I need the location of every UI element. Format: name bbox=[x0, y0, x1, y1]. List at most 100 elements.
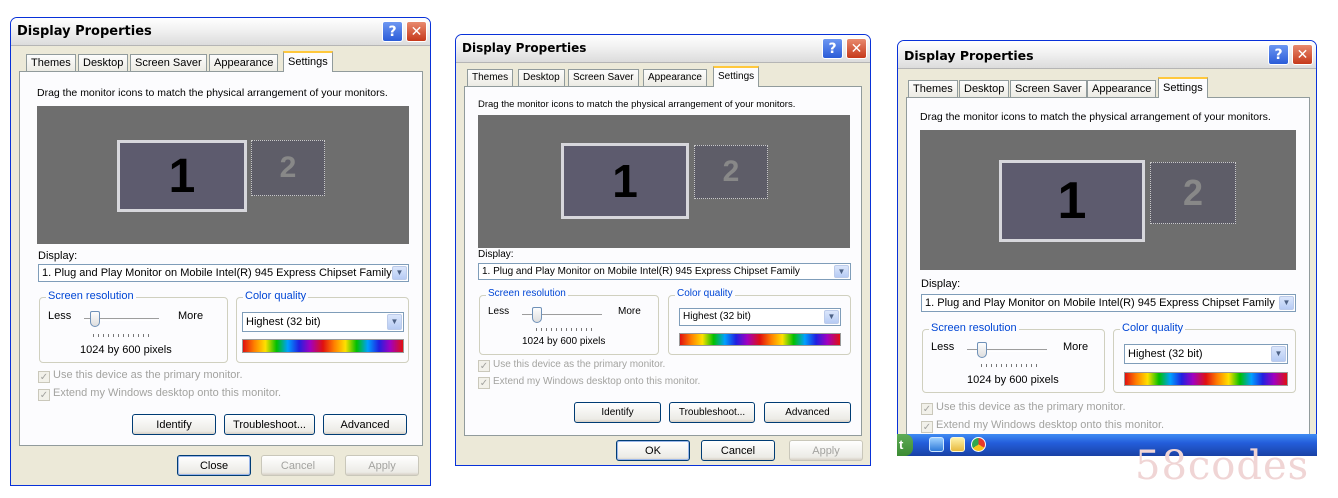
chevron-down-icon[interactable]: ▼ bbox=[387, 314, 402, 330]
display-select[interactable]: 1. Plug and Play Monitor on Mobile Intel… bbox=[478, 263, 851, 280]
color-quality-group: Color quality Highest (32 bit) ▼ bbox=[668, 288, 851, 355]
resolution-slider-thumb[interactable] bbox=[977, 342, 987, 358]
close-window-button[interactable]: ✕ bbox=[1292, 44, 1313, 65]
advanced-button[interactable]: Advanced bbox=[323, 414, 407, 435]
watermark: 58codes bbox=[1135, 443, 1310, 489]
more-label: More bbox=[618, 306, 641, 317]
troubleshoot-button[interactable]: Troubleshoot... bbox=[224, 414, 315, 435]
help-button[interactable]: ? bbox=[382, 21, 403, 42]
resolution-slider-thumb[interactable] bbox=[532, 307, 542, 323]
display-select[interactable]: 1. Plug and Play Monitor on Mobile Intel… bbox=[38, 264, 409, 282]
display-select[interactable]: 1. Plug and Play Monitor on Mobile Intel… bbox=[921, 294, 1296, 312]
tab-desktop[interactable]: Desktop bbox=[959, 80, 1010, 97]
monitor-2-icon[interactable]: 2 bbox=[251, 140, 325, 196]
ok-button[interactable]: OK bbox=[616, 440, 690, 461]
tab-themes[interactable]: Themes bbox=[908, 80, 958, 97]
tab-appearance[interactable]: Appearance bbox=[643, 69, 707, 86]
cancel-button[interactable]: Cancel bbox=[261, 455, 335, 476]
less-label: Less bbox=[931, 341, 955, 353]
monitor-2-icon[interactable]: 2 bbox=[1150, 162, 1236, 224]
color-quality-select[interactable]: Highest (32 bit) ▼ bbox=[242, 312, 404, 332]
instruction-text: Drag the monitor icons to match the phys… bbox=[920, 111, 1271, 123]
title-bar[interactable]: Display Properties ? ✕ bbox=[898, 41, 1316, 69]
resolution-slider-thumb[interactable] bbox=[90, 311, 100, 327]
monitor-1-icon[interactable]: 1 bbox=[561, 143, 689, 219]
primary-monitor-label: Use this device as the primary monitor. bbox=[936, 401, 1126, 413]
tab-desktop[interactable]: Desktop bbox=[518, 69, 565, 86]
tab-settings[interactable]: Settings bbox=[283, 51, 333, 72]
screen-resolution-title: Screen resolution bbox=[929, 322, 1019, 334]
less-label: Less bbox=[488, 306, 510, 317]
close-window-button[interactable]: ✕ bbox=[846, 38, 867, 59]
identify-button[interactable]: Identify bbox=[132, 414, 216, 435]
tab-screen-saver[interactable]: Screen Saver bbox=[568, 69, 639, 86]
apply-button[interactable]: Apply bbox=[345, 455, 419, 476]
display-label: Display: bbox=[921, 278, 961, 290]
close-button[interactable]: Close bbox=[177, 455, 251, 476]
color-quality-select[interactable]: Highest (32 bit) ▼ bbox=[679, 308, 841, 326]
browser-icon[interactable] bbox=[971, 437, 986, 452]
color-palette-bar bbox=[679, 333, 841, 346]
tab-settings[interactable]: Settings bbox=[1158, 77, 1208, 98]
close-window-button[interactable]: ✕ bbox=[406, 21, 427, 42]
slider-ticks bbox=[981, 364, 1041, 367]
tab-appearance[interactable]: Appearance bbox=[1087, 80, 1157, 97]
display-select-value: 1. Plug and Play Monitor on Mobile Intel… bbox=[482, 266, 800, 277]
title-bar[interactable]: Display Properties ? ✕ bbox=[11, 18, 430, 46]
screen-resolution-title: Screen resolution bbox=[46, 290, 136, 302]
primary-monitor-checkbox[interactable]: ✓ Use this device as the primary monitor. bbox=[478, 359, 665, 372]
extend-desktop-label: Extend my Windows desktop onto this moni… bbox=[493, 376, 701, 387]
color-quality-select[interactable]: Highest (32 bit) ▼ bbox=[1124, 344, 1288, 364]
tab-desktop[interactable]: Desktop bbox=[78, 54, 129, 71]
screen-resolution-group: Screen resolution Less More 1024 by 600 … bbox=[39, 290, 228, 363]
slider-ticks bbox=[536, 328, 596, 331]
more-label: More bbox=[178, 310, 204, 322]
color-quality-title: Color quality bbox=[243, 290, 309, 302]
tab-settings[interactable]: Settings bbox=[713, 66, 760, 87]
less-label: Less bbox=[48, 310, 72, 322]
title-bar[interactable]: Display Properties ? ✕ bbox=[456, 35, 870, 63]
window-title: Display Properties bbox=[904, 48, 1034, 63]
apply-button[interactable]: Apply bbox=[789, 440, 863, 461]
identify-button[interactable]: Identify bbox=[574, 402, 661, 423]
extend-desktop-checkbox[interactable]: ✓ Extend my Windows desktop onto this mon… bbox=[478, 376, 700, 389]
desktop-icon[interactable] bbox=[929, 437, 944, 452]
instruction-text: Drag the monitor icons to match the phys… bbox=[37, 87, 388, 99]
chevron-down-icon[interactable]: ▼ bbox=[824, 310, 839, 324]
help-button[interactable]: ? bbox=[1268, 44, 1289, 65]
resolution-value: 1024 by 600 pixels bbox=[967, 374, 1059, 386]
check-icon: ✓ bbox=[478, 360, 490, 372]
primary-monitor-checkbox[interactable]: ✓ Use this device as the primary monitor. bbox=[921, 401, 1126, 415]
tab-screen-saver[interactable]: Screen Saver bbox=[130, 54, 207, 71]
display-label: Display: bbox=[478, 249, 514, 260]
help-button[interactable]: ? bbox=[822, 38, 843, 59]
extend-desktop-label: Extend my Windows desktop onto this moni… bbox=[53, 387, 282, 399]
chevron-down-icon[interactable]: ▼ bbox=[1271, 346, 1286, 362]
advanced-button[interactable]: Advanced bbox=[764, 402, 851, 423]
start-button[interactable]: t bbox=[897, 434, 913, 456]
folder-icon[interactable] bbox=[950, 437, 965, 452]
tab-appearance[interactable]: Appearance bbox=[209, 54, 279, 71]
extend-desktop-label: Extend my Windows desktop onto this moni… bbox=[936, 419, 1165, 431]
monitor-2-icon[interactable]: 2 bbox=[694, 145, 768, 199]
tab-themes[interactable]: Themes bbox=[467, 69, 514, 86]
extend-desktop-checkbox[interactable]: ✓ Extend my Windows desktop onto this mon… bbox=[921, 419, 1164, 433]
tab-themes[interactable]: Themes bbox=[26, 54, 76, 71]
resolution-value: 1024 by 600 pixels bbox=[522, 336, 606, 347]
monitor-1-icon[interactable]: 1 bbox=[117, 140, 247, 212]
chevron-down-icon[interactable]: ▼ bbox=[1279, 296, 1294, 310]
resolution-value: 1024 by 600 pixels bbox=[80, 344, 172, 356]
tab-screen-saver[interactable]: Screen Saver bbox=[1010, 80, 1087, 97]
check-icon: ✓ bbox=[478, 377, 490, 389]
cancel-button[interactable]: Cancel bbox=[701, 440, 775, 461]
extend-desktop-checkbox[interactable]: ✓ Extend my Windows desktop onto this mon… bbox=[38, 387, 281, 401]
troubleshoot-button[interactable]: Troubleshoot... bbox=[669, 402, 755, 423]
color-quality-group: Color quality Highest (32 bit) ▼ bbox=[1113, 322, 1296, 393]
chevron-down-icon[interactable]: ▼ bbox=[392, 266, 407, 280]
display-select-value: 1. Plug and Play Monitor on Mobile Intel… bbox=[925, 297, 1275, 309]
display-label: Display: bbox=[38, 250, 78, 262]
monitor-1-icon[interactable]: 1 bbox=[999, 160, 1145, 242]
chevron-down-icon[interactable]: ▼ bbox=[834, 265, 849, 278]
tab-strip: Themes Desktop Screen Saver Appearance S… bbox=[906, 77, 1306, 98]
primary-monitor-checkbox[interactable]: ✓ Use this device as the primary monitor. bbox=[38, 369, 243, 383]
